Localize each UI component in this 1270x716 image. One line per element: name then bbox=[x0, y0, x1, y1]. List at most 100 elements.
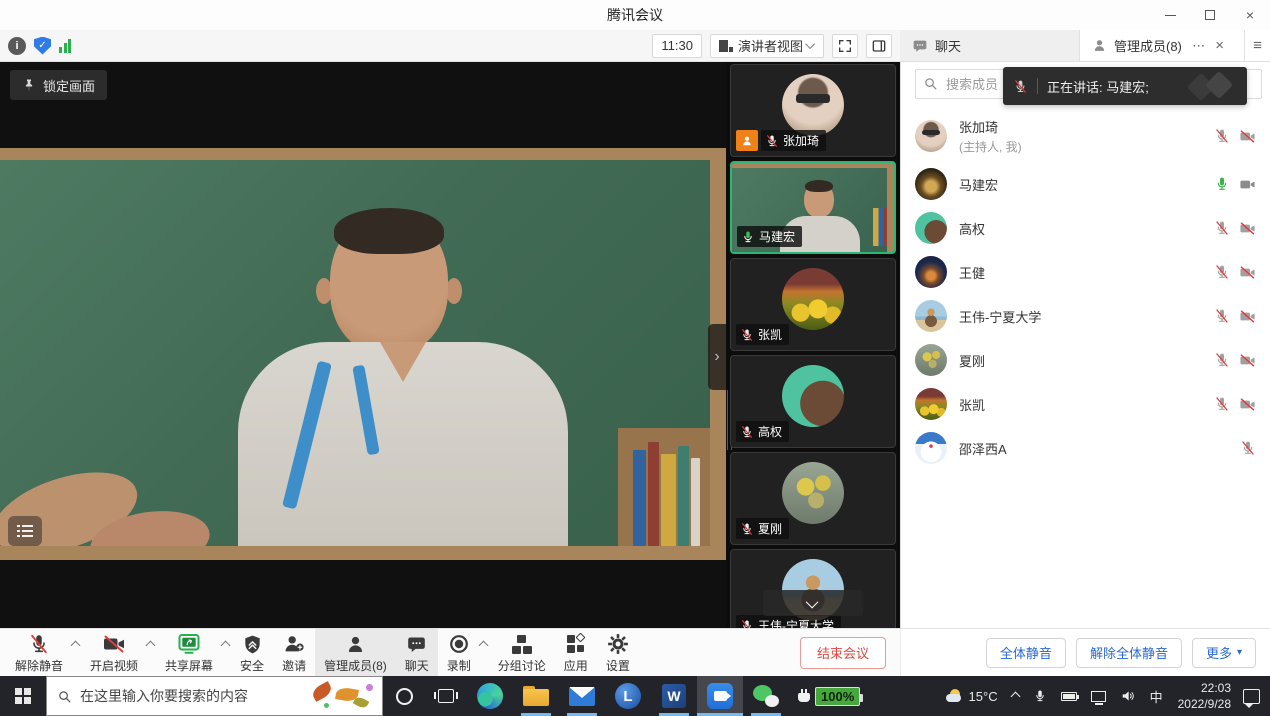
taskbar-app-mail[interactable] bbox=[559, 676, 605, 716]
participant-name: 马建宏 bbox=[759, 228, 795, 245]
task-view-button[interactable] bbox=[425, 676, 467, 716]
tray-battery-icon[interactable] bbox=[1054, 676, 1084, 716]
camera-muted-icon[interactable] bbox=[1239, 128, 1256, 145]
lock-view-button[interactable]: 锁定画面 bbox=[10, 70, 107, 100]
tray-network-icon[interactable] bbox=[1084, 676, 1113, 716]
taskbar-app-tencent-meeting[interactable] bbox=[697, 676, 743, 716]
camera-muted-icon[interactable] bbox=[1239, 352, 1256, 369]
share-options-chevron[interactable] bbox=[222, 629, 231, 676]
caption-list-button[interactable] bbox=[8, 516, 42, 546]
meeting-security-shield-icon[interactable]: ✓ bbox=[34, 37, 51, 55]
network-signal-icon[interactable] bbox=[59, 39, 71, 53]
view-mode-selector[interactable]: 演讲者视图 bbox=[710, 34, 824, 58]
taskbar-search-box[interactable] bbox=[46, 676, 383, 716]
mic-muted-icon[interactable] bbox=[1214, 128, 1230, 144]
cortana-button[interactable] bbox=[383, 676, 425, 716]
camera-on-icon[interactable] bbox=[1239, 176, 1256, 193]
member-row[interactable]: 夏刚 bbox=[901, 338, 1270, 382]
task-view-icon bbox=[438, 689, 454, 703]
member-name: 邵泽西A bbox=[959, 439, 1228, 458]
end-meeting-button[interactable]: 结束会议 bbox=[800, 637, 886, 669]
tab-members-label: 管理成员(8) bbox=[1114, 36, 1182, 55]
camera-muted-icon[interactable] bbox=[1239, 396, 1256, 413]
mic-muted-icon[interactable] bbox=[1214, 396, 1230, 412]
more-button[interactable]: 更多 ▾ bbox=[1192, 638, 1256, 668]
maximize-button[interactable] bbox=[1190, 0, 1230, 30]
camera-muted-icon[interactable] bbox=[1239, 264, 1256, 281]
mute-all-button[interactable]: 全体静音 bbox=[986, 638, 1066, 668]
mic-muted-icon[interactable] bbox=[1240, 440, 1256, 456]
avatar bbox=[915, 388, 947, 420]
camera-muted-icon[interactable] bbox=[1239, 220, 1256, 237]
security-button[interactable]: 安全 bbox=[231, 629, 273, 676]
invite-button[interactable]: 邀请 bbox=[273, 629, 315, 676]
manage-members-button[interactable]: 管理成员(8) bbox=[315, 629, 396, 676]
mic-on-icon[interactable] bbox=[1214, 176, 1230, 192]
member-row[interactable]: 高权 bbox=[901, 206, 1270, 250]
mic-on-icon bbox=[741, 230, 755, 244]
filmstrip-scroll-down-button[interactable] bbox=[763, 590, 863, 616]
mic-muted-icon[interactable] bbox=[1214, 220, 1230, 236]
member-row[interactable]: 张加琦 (主持人, 我) bbox=[901, 110, 1270, 162]
share-screen-button[interactable]: 共享屏幕 bbox=[156, 629, 222, 676]
mic-options-chevron[interactable] bbox=[72, 629, 81, 676]
tray-mic-icon[interactable] bbox=[1026, 676, 1054, 716]
action-center-button[interactable] bbox=[1239, 689, 1270, 704]
notification-icon bbox=[1243, 689, 1260, 704]
video-tile[interactable]: 高权 bbox=[730, 355, 896, 448]
record-options-chevron[interactable] bbox=[480, 629, 489, 676]
breakout-rooms-button[interactable]: 分组讨论 bbox=[489, 629, 555, 676]
panel-menu-button[interactable]: ≡ bbox=[1244, 30, 1270, 61]
member-row[interactable]: 王健 bbox=[901, 250, 1270, 294]
unmute-button[interactable]: 解除静音 bbox=[6, 629, 72, 676]
tray-volume-icon[interactable] bbox=[1113, 676, 1143, 716]
taskbar-app-word[interactable]: W bbox=[651, 676, 697, 716]
video-tile[interactable]: 张加琦 bbox=[730, 64, 896, 157]
chat-button[interactable]: 聊天 bbox=[396, 629, 438, 676]
ime-indicator[interactable]: 中 bbox=[1143, 676, 1170, 716]
meeting-info-icon[interactable]: i bbox=[8, 37, 26, 55]
taskbar-clock[interactable]: 22:03 2022/9/28 bbox=[1170, 680, 1239, 712]
record-icon bbox=[448, 633, 470, 655]
windows-taskbar: L W 100% 15°C 中 22:03 2022/9/28 bbox=[0, 676, 1270, 716]
side-panel-toggle-button[interactable] bbox=[866, 34, 892, 58]
panel-more-button[interactable]: ⋯ bbox=[1192, 38, 1205, 54]
panel-close-button[interactable]: × bbox=[1215, 37, 1224, 54]
start-button[interactable] bbox=[0, 676, 46, 716]
member-row[interactable]: 王伟-宁夏大学 bbox=[901, 294, 1270, 338]
members-panel-footer: 全体静音 解除全体静音 更多 ▾ bbox=[900, 628, 1270, 676]
video-tile[interactable]: 王伟-宁夏大学 bbox=[730, 549, 896, 628]
start-video-button[interactable]: 开启视频 bbox=[81, 629, 147, 676]
camera-muted-icon[interactable] bbox=[1239, 308, 1256, 325]
member-row[interactable]: 马建宏 bbox=[901, 162, 1270, 206]
mic-muted-icon bbox=[28, 633, 50, 655]
battery-widget[interactable]: 100% bbox=[789, 676, 868, 716]
tab-chat[interactable]: 聊天 bbox=[900, 30, 1080, 61]
member-row[interactable]: 张凯 bbox=[901, 382, 1270, 426]
minimize-button[interactable] bbox=[1150, 0, 1190, 30]
fullscreen-button[interactable] bbox=[832, 34, 858, 58]
unmute-all-button[interactable]: 解除全体静音 bbox=[1076, 638, 1182, 668]
taskbar-app-wechat[interactable] bbox=[743, 676, 789, 716]
video-options-chevron[interactable] bbox=[147, 629, 156, 676]
taskbar-app-lenovo[interactable]: L bbox=[605, 676, 651, 716]
apps-button[interactable]: 应用 bbox=[555, 629, 597, 676]
tab-members[interactable]: 管理成员(8) ⋯ × bbox=[1080, 30, 1244, 61]
mic-muted-icon[interactable] bbox=[1214, 352, 1230, 368]
video-tile[interactable]: 夏刚 bbox=[730, 452, 896, 545]
settings-button[interactable]: 设置 bbox=[597, 629, 639, 676]
mic-muted-icon[interactable] bbox=[1214, 308, 1230, 324]
video-tile-active-speaker[interactable]: 马建宏 bbox=[730, 161, 896, 254]
taskbar-app-file-explorer[interactable] bbox=[513, 676, 559, 716]
tray-expand-button[interactable] bbox=[1005, 676, 1026, 716]
member-row[interactable]: 邵泽西A bbox=[901, 426, 1270, 470]
mic-muted-icon[interactable] bbox=[1214, 264, 1230, 280]
collapse-filmstrip-button[interactable]: › bbox=[708, 324, 726, 390]
weather-widget[interactable]: 15°C bbox=[939, 676, 1005, 716]
person-add-icon bbox=[283, 633, 305, 655]
word-icon: W bbox=[662, 684, 686, 708]
video-tile[interactable]: 张凯 bbox=[730, 258, 896, 351]
close-button[interactable]: × bbox=[1230, 0, 1270, 30]
record-button[interactable]: 录制 bbox=[438, 629, 480, 676]
taskbar-app-edge[interactable] bbox=[467, 676, 513, 716]
